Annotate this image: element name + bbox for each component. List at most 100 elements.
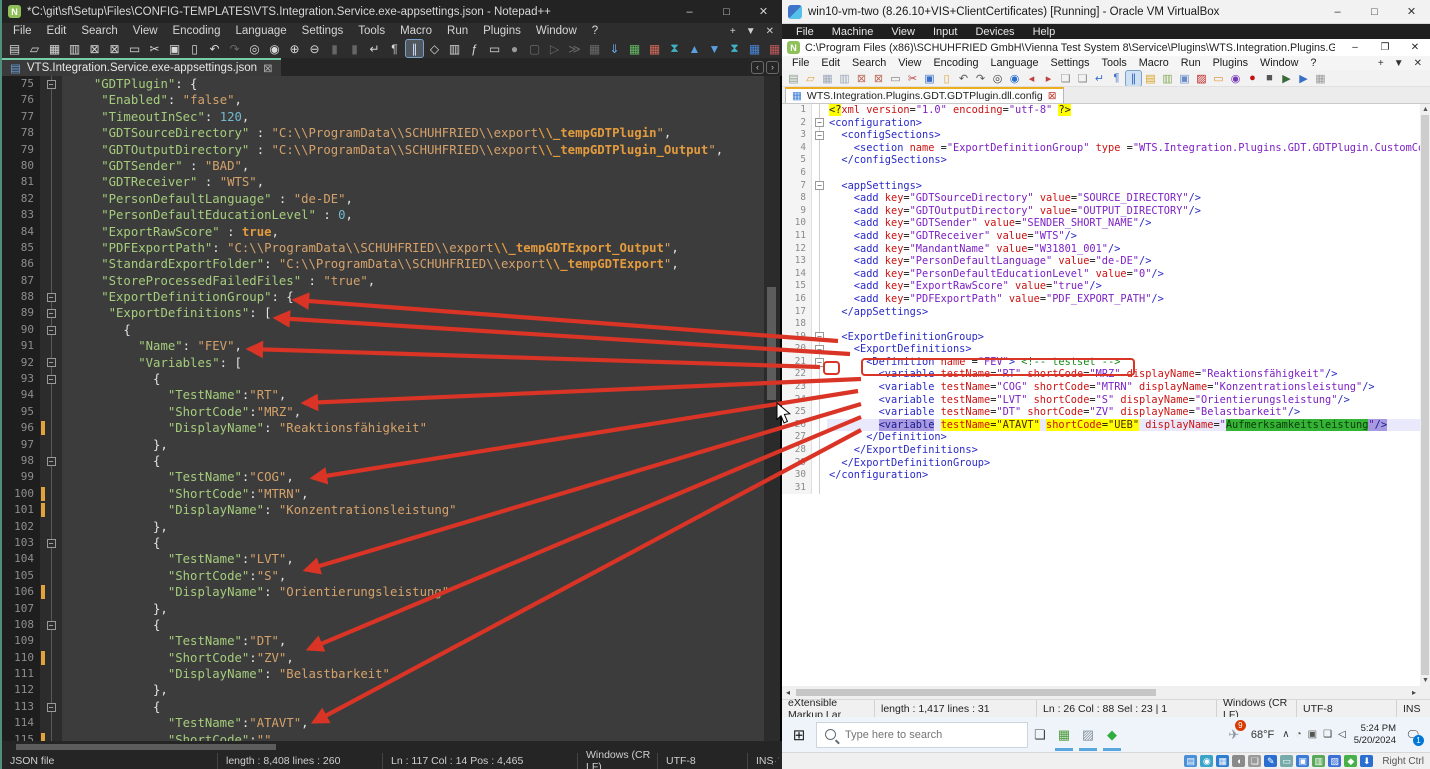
paste-icon[interactable]: ▯ (939, 71, 954, 86)
code-line-21[interactable]: 21− <Definition name ="FEV"> <!-- testse… (782, 356, 1420, 369)
menu-item-language[interactable]: Language (228, 25, 293, 37)
close-all-icon[interactable]: ⊠ (871, 71, 886, 86)
code-line-95[interactable]: 95 "ShortCode":"MRZ", (2, 404, 764, 420)
start-button[interactable]: ⊞ (782, 717, 816, 752)
menu-item-run[interactable]: Run (440, 25, 475, 37)
code-line-1[interactable]: 1<?xml version="1.0" encoding="utf-8" ?> (782, 104, 1420, 117)
menu-item-view[interactable]: View (892, 57, 927, 69)
menu-item-edit[interactable]: Edit (40, 25, 74, 37)
open-file-icon[interactable]: ▱ (803, 71, 818, 86)
code-line-18[interactable]: 18 (782, 318, 1420, 331)
display-tray-icon[interactable]: ▣ (1308, 729, 1317, 740)
code-line-13[interactable]: 13 <add key="PersonDefaultLanguage" valu… (782, 255, 1420, 268)
maximize-button[interactable]: ❐ (1370, 39, 1400, 56)
hourglass2-icon[interactable]: ⧗ (726, 40, 743, 57)
code-line-11[interactable]: 11 <add key="GDTReceiver" value="WTS"/> (782, 230, 1420, 243)
menu-item-?[interactable]: ? (585, 25, 605, 37)
close-button[interactable]: ✕ (1400, 39, 1430, 56)
code-line-31[interactable]: 31 (782, 482, 1420, 495)
code-line-79[interactable]: 79 "GDTOutputDirectory" : "C:\\ProgramDa… (2, 142, 764, 158)
code-line-89[interactable]: 89− "ExportDefinitions": [ (2, 305, 764, 321)
code-line-22[interactable]: 22 <variable testName="RT" shortCode="MR… (782, 368, 1420, 381)
code-line-106[interactable]: 106 "DisplayName": "Orientierungsleistun… (2, 584, 764, 600)
tab-appsettings-json[interactable]: ▤ VTS.Integration.Service.exe-appsetting… (2, 58, 281, 76)
print-icon[interactable]: ▭ (126, 40, 143, 57)
code-line-27[interactable]: 27 </Definition> (782, 431, 1420, 444)
menu-item-input[interactable]: Input (925, 26, 965, 38)
new-file-icon[interactable]: ▤ (786, 71, 801, 86)
fold-margin[interactable]: − (812, 117, 827, 130)
code-line-8[interactable]: 8 <add key="GDTSourceDirectory" value="S… (782, 192, 1420, 205)
code-line-75[interactable]: 75− "GDTPlugin": { (2, 76, 764, 92)
run-multi-icon[interactable]: ▶ (1296, 71, 1311, 86)
show-symbols-icon[interactable]: ¶ (1109, 71, 1124, 86)
code-line-2[interactable]: 2−<configuration> (782, 117, 1420, 130)
paste-icon[interactable]: ▯ (186, 40, 203, 57)
search-input[interactable] (843, 728, 1003, 742)
volume-icon[interactable]: ◁ (1338, 729, 1346, 740)
virtualbox-title-bar[interactable]: win10-vm-two (8.26.10+VIS+ClientCertific… (782, 0, 1430, 24)
menu-item-run[interactable]: Run (1175, 57, 1207, 69)
menu-item-?[interactable]: ? (1304, 57, 1322, 69)
pdf-icon[interactable]: ▨ (1194, 71, 1209, 86)
tab-scroll-right-icon[interactable]: › (766, 61, 779, 74)
grid-blue-icon[interactable]: ▦ (746, 40, 763, 57)
onedrive-icon[interactable]: ◔ (1296, 729, 1302, 740)
multi-play-icon[interactable]: ≫ (566, 40, 583, 57)
menu-item-plugins[interactable]: Plugins (1207, 57, 1254, 69)
menu-item-file[interactable]: File (786, 57, 815, 69)
word-wrap-icon[interactable]: ↵ (366, 40, 383, 57)
code-line-91[interactable]: 91 "Name": "FEV", (2, 338, 764, 354)
menu-item-search[interactable]: Search (74, 25, 124, 37)
taskbar-clock[interactable]: 5:24 PM 5/20/2024 (1354, 723, 1396, 747)
tab-close-icon[interactable]: ⊠ (1048, 90, 1057, 102)
function-list-icon[interactable]: ▤ (1143, 71, 1158, 86)
fold-margin[interactable]: − (40, 305, 62, 321)
scroll-right-icon[interactable]: ▸ (1412, 688, 1420, 697)
host-menu-extra[interactable]: +▼✕ (730, 26, 782, 37)
doc-switch-icon[interactable]: ◇ (426, 40, 443, 57)
code-line-80[interactable]: 80 "GDTSender" : "BAD", (2, 158, 764, 174)
code-line-85[interactable]: 85 "PDFExportPath": "C:\\ProgramData\\SC… (2, 240, 764, 256)
play-icon[interactable]: ▶ (1279, 71, 1294, 86)
doc-map-icon[interactable]: ▥ (1160, 71, 1175, 86)
word-wrap-icon[interactable]: ↵ (1092, 71, 1107, 86)
menu-item-edit[interactable]: Edit (815, 57, 846, 69)
code-line-107[interactable]: 107 }, (2, 601, 764, 617)
table-red-icon[interactable]: ▦ (646, 40, 663, 57)
code-line-81[interactable]: 81 "GDTReceiver" : "WTS", (2, 174, 764, 190)
menu-item-file[interactable]: File (6, 25, 39, 37)
new-file-icon[interactable]: ▤ (6, 40, 23, 57)
code-line-105[interactable]: 105 "ShortCode":"S", (2, 568, 764, 584)
code-line-93[interactable]: 93− { (2, 371, 764, 387)
menu-item-search[interactable]: Search (846, 57, 892, 69)
menu-extra-icon[interactable]: ✕ (1414, 58, 1422, 69)
fold-margin[interactable]: − (812, 356, 827, 369)
menu-extra-icon[interactable]: ▼ (746, 26, 756, 37)
menu-item-encoding[interactable]: Encoding (166, 25, 228, 37)
code-line-17[interactable]: 17 </appSettings> (782, 306, 1420, 319)
tab-close-icon[interactable]: ⊠ (263, 61, 273, 75)
open-file-icon[interactable]: ▱ (26, 40, 43, 57)
code-line-96[interactable]: 96 "DisplayName": "Reaktionsfähigkeit" (2, 420, 764, 436)
code-line-29[interactable]: 29 </ExportDefinitionGroup> (782, 457, 1420, 470)
code-line-24[interactable]: 24 <variable testName="LVT" shortCode="S… (782, 394, 1420, 407)
grid-mixed-icon[interactable]: ▦ (766, 40, 782, 57)
json-editor[interactable]: 75− "GDTPlugin": {76 "Enabled": "false",… (2, 76, 764, 741)
fold-margin[interactable]: − (812, 331, 827, 344)
menu-extra-icon[interactable]: ▼ (1394, 58, 1404, 69)
multi-view-icon[interactable]: ❏ (1058, 71, 1073, 86)
code-line-108[interactable]: 108− { (2, 617, 764, 633)
resize-grip[interactable]: ⋰ (771, 756, 780, 767)
undo-icon[interactable]: ↶ (206, 40, 223, 57)
code-line-28[interactable]: 28 </ExportDefinitions> (782, 444, 1420, 457)
eye-icon[interactable]: ◉ (1228, 71, 1243, 86)
fold-margin[interactable]: − (40, 453, 62, 469)
redo-icon[interactable]: ↷ (973, 71, 988, 86)
menu-item-help[interactable]: Help (1025, 26, 1064, 38)
code-line-90[interactable]: 90− { (2, 322, 764, 338)
save-macro-icon[interactable]: ▦ (586, 40, 603, 57)
save-all-icon[interactable]: ▥ (66, 40, 83, 57)
scroll-up-icon[interactable]: ▲ (1422, 106, 1429, 113)
code-line-77[interactable]: 77 "TimeoutInSec": 120, (2, 109, 764, 125)
